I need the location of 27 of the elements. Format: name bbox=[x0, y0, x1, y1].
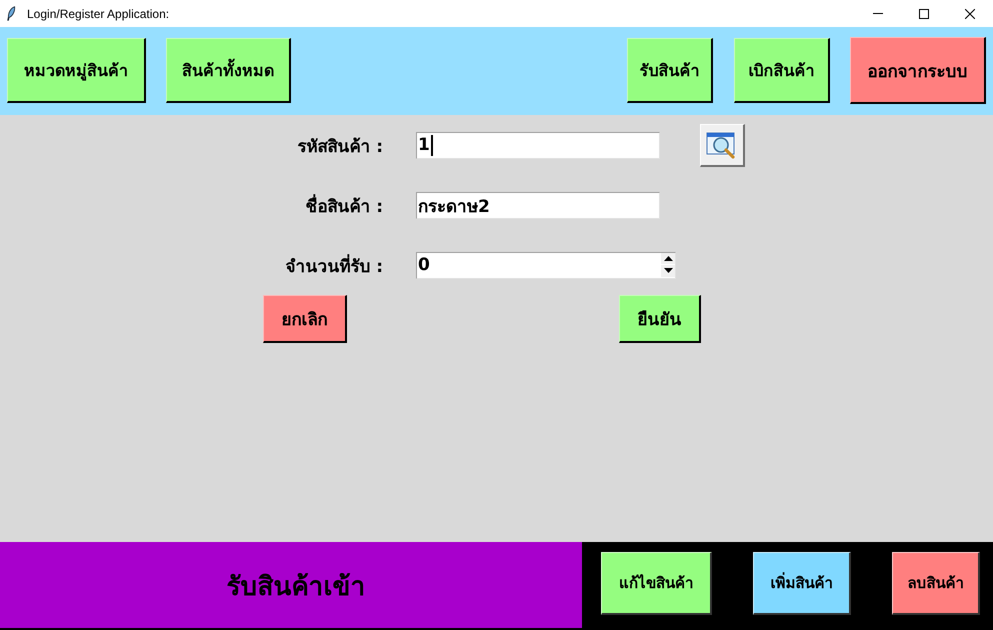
footer-button[interactable]: เพิ่มสินค้า bbox=[753, 552, 851, 615]
window-title: Login/Register Application: bbox=[27, 6, 170, 20]
nav-button[interactable]: ออกจากระบบ bbox=[850, 37, 986, 104]
minimize-icon bbox=[873, 13, 883, 14]
action-button[interactable]: ยืนยัน bbox=[619, 295, 701, 343]
search-button[interactable] bbox=[700, 124, 745, 166]
field-label: รหัสสินค้า : bbox=[296, 136, 383, 158]
field-label: จำนวนที่รับ : bbox=[233, 252, 383, 278]
action-button[interactable]: ยกเลิก bbox=[263, 295, 347, 343]
footer-button[interactable]: แก้ไขสินค้า bbox=[601, 552, 712, 615]
up-arrow-icon bbox=[664, 256, 672, 261]
spinbox-field[interactable]: 0 bbox=[416, 252, 676, 278]
text-field[interactable]: กระดาษ2 bbox=[416, 192, 660, 218]
close-icon bbox=[965, 8, 975, 18]
feather-icon bbox=[7, 6, 16, 21]
down-arrow-icon bbox=[664, 268, 672, 274]
maximize-icon bbox=[919, 8, 929, 18]
field-label: ชื่อสินค้า : bbox=[233, 192, 383, 218]
text-field[interactable]: 1 bbox=[416, 132, 660, 158]
nav-button[interactable]: รับสินค้า bbox=[627, 38, 713, 103]
nav-button[interactable]: หมวดหมู่สินค้า bbox=[7, 38, 146, 103]
footer-button[interactable]: ลบสินค้า bbox=[892, 552, 980, 615]
spin-up-button[interactable] bbox=[661, 252, 675, 265]
nav-button[interactable]: สินค้าทั้งหมด bbox=[166, 38, 291, 103]
spin-down-button[interactable] bbox=[661, 265, 675, 278]
nav-button[interactable]: เบิกสินค้า bbox=[734, 38, 830, 103]
page-title: รับสินค้าเข้า bbox=[226, 570, 366, 604]
